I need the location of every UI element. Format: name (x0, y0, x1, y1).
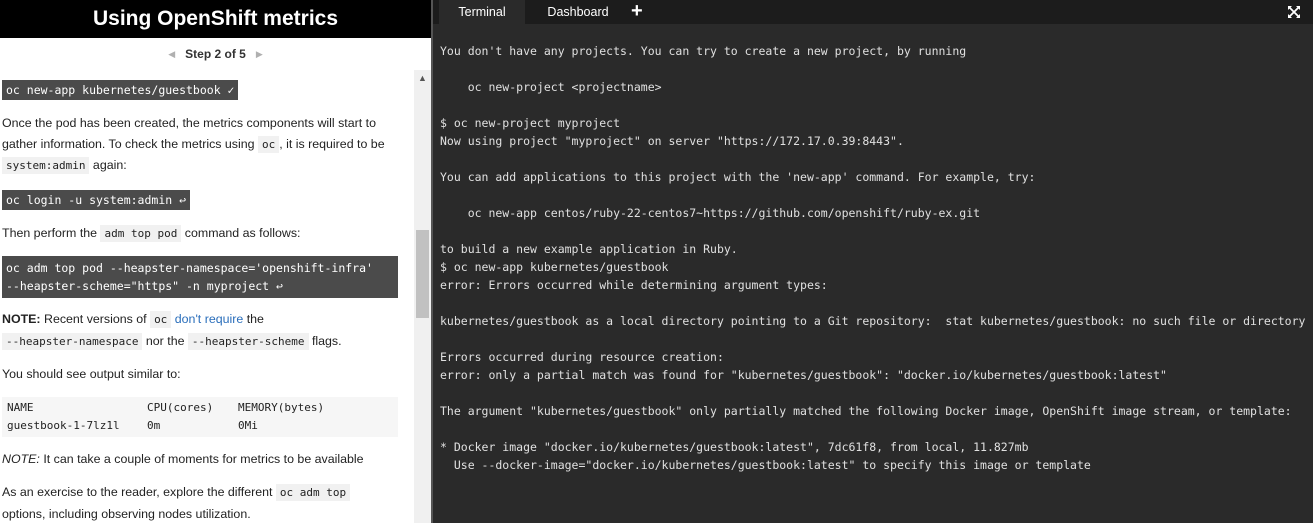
command-adm-top-pod[interactable]: oc adm top pod --heapster-namespace='ope… (2, 256, 398, 298)
step-navigation: ◀ Step 2 of 5 ▶ (0, 38, 431, 70)
output-table: NAME CPU(cores) MEMORY(bytes) guestbook-… (2, 397, 398, 437)
terminal-line: oc new-app centos/ruby-22-centos7~https:… (440, 206, 981, 220)
command-oc-login[interactable]: oc login -u system:admin ↩ (2, 190, 191, 210)
note-metrics-delay: NOTE: It can take a couple of moments fo… (2, 452, 364, 466)
tab-terminal[interactable]: Terminal (439, 0, 525, 24)
terminal-line: to build a new example application in Ru… (440, 242, 738, 256)
inline-code-oc: oc (257, 135, 280, 153)
terminal-line: Now using project "myproject" on server … (440, 134, 904, 148)
paragraph-exercise: As an exercise to the reader, explore th… (2, 482, 402, 523)
inline-code-heapster-scheme: --heapster-scheme (187, 332, 309, 350)
scrollbar-thumb[interactable] (416, 230, 429, 318)
terminal-line: You don't have any projects. You can try… (440, 44, 967, 58)
fullscreen-icon[interactable] (1287, 5, 1301, 19)
step-content: oc new-app kubernetes/guestbook ✓ Once t… (0, 70, 414, 523)
executed-command-new-app[interactable]: oc new-app kubernetes/guestbook ✓ (2, 80, 239, 100)
terminal-line: Errors occurred during resource creation… (440, 350, 724, 364)
terminal-line: error: Errors occurred while determining… (440, 278, 828, 292)
paragraph-pod-created: Once the pod has been created, the metri… (2, 116, 385, 174)
terminal-line: * Docker image "docker.io/kubernetes/gue… (440, 440, 1029, 454)
terminal-line: oc new-project <projectname> (440, 80, 662, 94)
dont-require-link[interactable]: don't require (175, 312, 244, 326)
terminal-line: error: only a partial match was found fo… (440, 368, 1167, 382)
inline-code-oc-note: oc (150, 311, 172, 328)
terminal-line: kubernetes/guestbook as a local director… (440, 314, 1306, 328)
next-step-icon[interactable]: ▶ (256, 49, 263, 60)
prev-step-icon[interactable]: ◀ (168, 49, 175, 60)
note-heapster-flags: NOTE: Recent versions of oc don't requir… (2, 311, 342, 350)
terminal-output[interactable]: You don't have any projects. You can try… (440, 42, 1312, 512)
terminal-line: Use --docker-image="docker.io/kubernetes… (440, 458, 1091, 472)
scenario-title: Using OpenShift metrics (0, 0, 431, 38)
tab-dashboard[interactable]: Dashboard (533, 0, 623, 24)
tab-bar: Terminal Dashboard + (433, 0, 1313, 24)
terminal-line: The argument "kubernetes/guestbook" only… (440, 404, 1292, 418)
paragraph-output-similar: You should see output similar to: (2, 367, 181, 381)
terminal-panel: Terminal Dashboard + You don't have any … (431, 0, 1313, 523)
inline-code-heapster-namespace: --heapster-namespace (2, 332, 143, 350)
content-scrollbar[interactable]: ▲ (414, 70, 431, 523)
inline-code-adm-top-pod: adm top pod (100, 225, 182, 242)
inline-code-oc-adm-top: oc adm top (275, 484, 351, 501)
inline-code-system-admin: system:admin (2, 157, 90, 174)
instructions-panel: Using OpenShift metrics ◀ Step 2 of 5 ▶ … (0, 0, 431, 523)
terminal-line: $ oc new-app kubernetes/guestbook (440, 260, 669, 274)
terminal-line: You can add applications to this project… (440, 170, 1036, 184)
terminal-line: $ (440, 510, 1312, 512)
table-header-row: NAME CPU(cores) MEMORY(bytes) (7, 401, 325, 414)
table-row: guestbook-1-7lz1l 0m 0Mi (7, 419, 258, 432)
step-indicator: Step 2 of 5 (185, 47, 246, 61)
paragraph-adm-top: Then perform the adm top pod command as … (2, 225, 301, 242)
terminal-line: $ oc new-project myproject (440, 116, 621, 130)
add-tab-icon[interactable]: + (631, 0, 643, 24)
scroll-up-icon[interactable]: ▲ (414, 70, 431, 86)
